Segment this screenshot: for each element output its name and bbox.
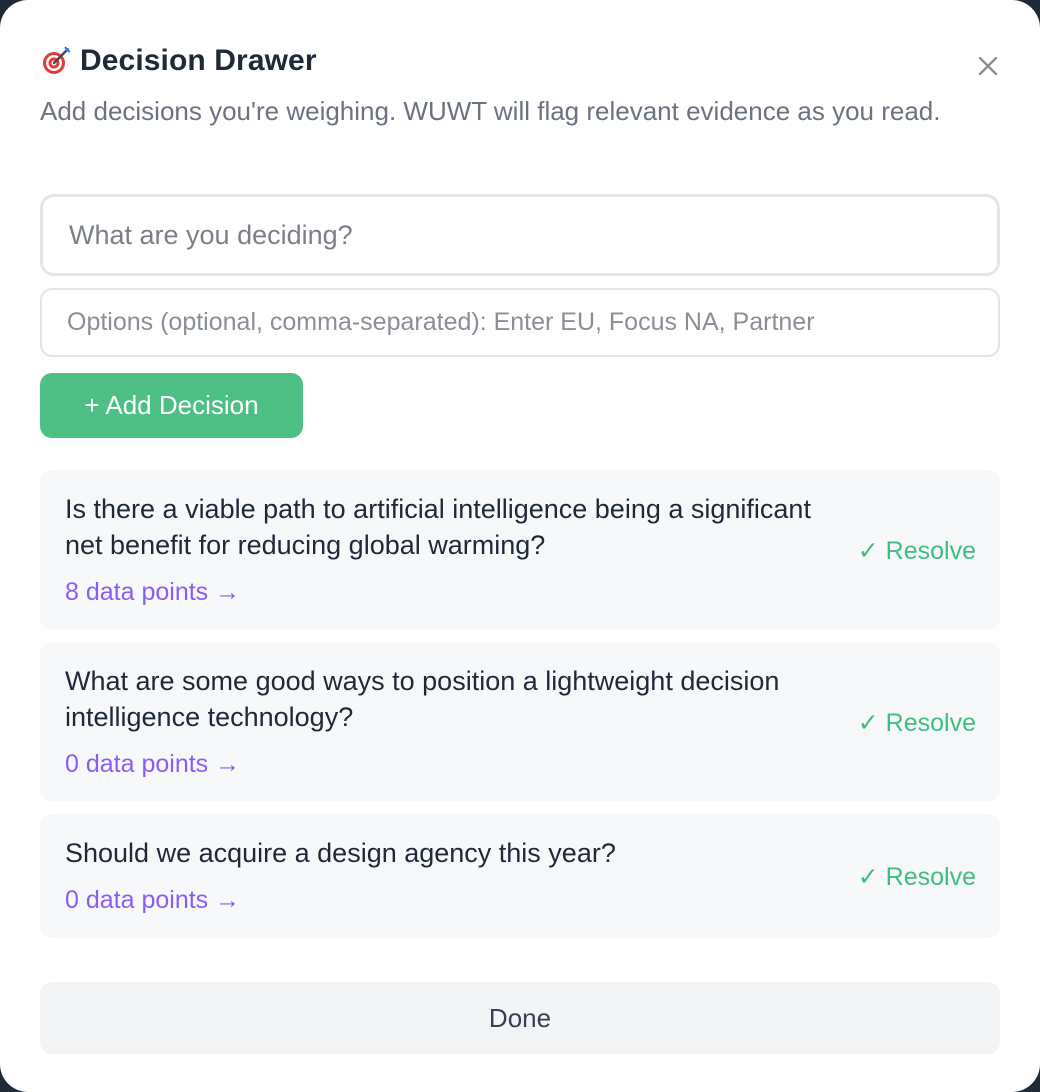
decision-card: Is there a viable path to artificial int… bbox=[40, 470, 1000, 630]
resolve-button[interactable]: ✓ Resolve bbox=[858, 862, 976, 892]
decision-card: Should we acquire a design agency this y… bbox=[40, 814, 1000, 938]
header: Decision Drawer bbox=[40, 44, 317, 78]
decision-card: What are some good ways to position a li… bbox=[40, 642, 1000, 801]
target-dart-icon bbox=[40, 45, 72, 77]
options-input[interactable] bbox=[40, 288, 1000, 357]
page-title: Decision Drawer bbox=[80, 44, 317, 77]
add-decision-button[interactable]: + Add Decision bbox=[40, 373, 303, 438]
decision-drawer-modal: Decision Drawer Add decisions you're wei… bbox=[0, 0, 1040, 1092]
resolve-button[interactable]: ✓ Resolve bbox=[858, 536, 976, 566]
done-label: Done bbox=[488, 1002, 552, 1033]
decision-question: Is there a viable path to artificial int… bbox=[65, 494, 811, 560]
add-decision-label: + Add Decision bbox=[84, 390, 259, 420]
decision-question: What are some good ways to position a li… bbox=[65, 666, 780, 732]
close-button[interactable] bbox=[972, 50, 1004, 82]
data-points-link[interactable]: 0 data points → bbox=[65, 886, 240, 915]
subtitle: Add decisions you're weighing. WUWT will… bbox=[40, 96, 941, 126]
resolve-button[interactable]: ✓ Resolve bbox=[858, 708, 976, 738]
close-icon bbox=[978, 56, 998, 76]
decision-input[interactable] bbox=[40, 194, 1000, 276]
done-button[interactable]: Done bbox=[40, 982, 1000, 1054]
data-points-link[interactable]: 0 data points → bbox=[65, 750, 240, 779]
decision-question: Should we acquire a design agency this y… bbox=[65, 838, 616, 868]
data-points-link[interactable]: 8 data points → bbox=[65, 578, 240, 607]
